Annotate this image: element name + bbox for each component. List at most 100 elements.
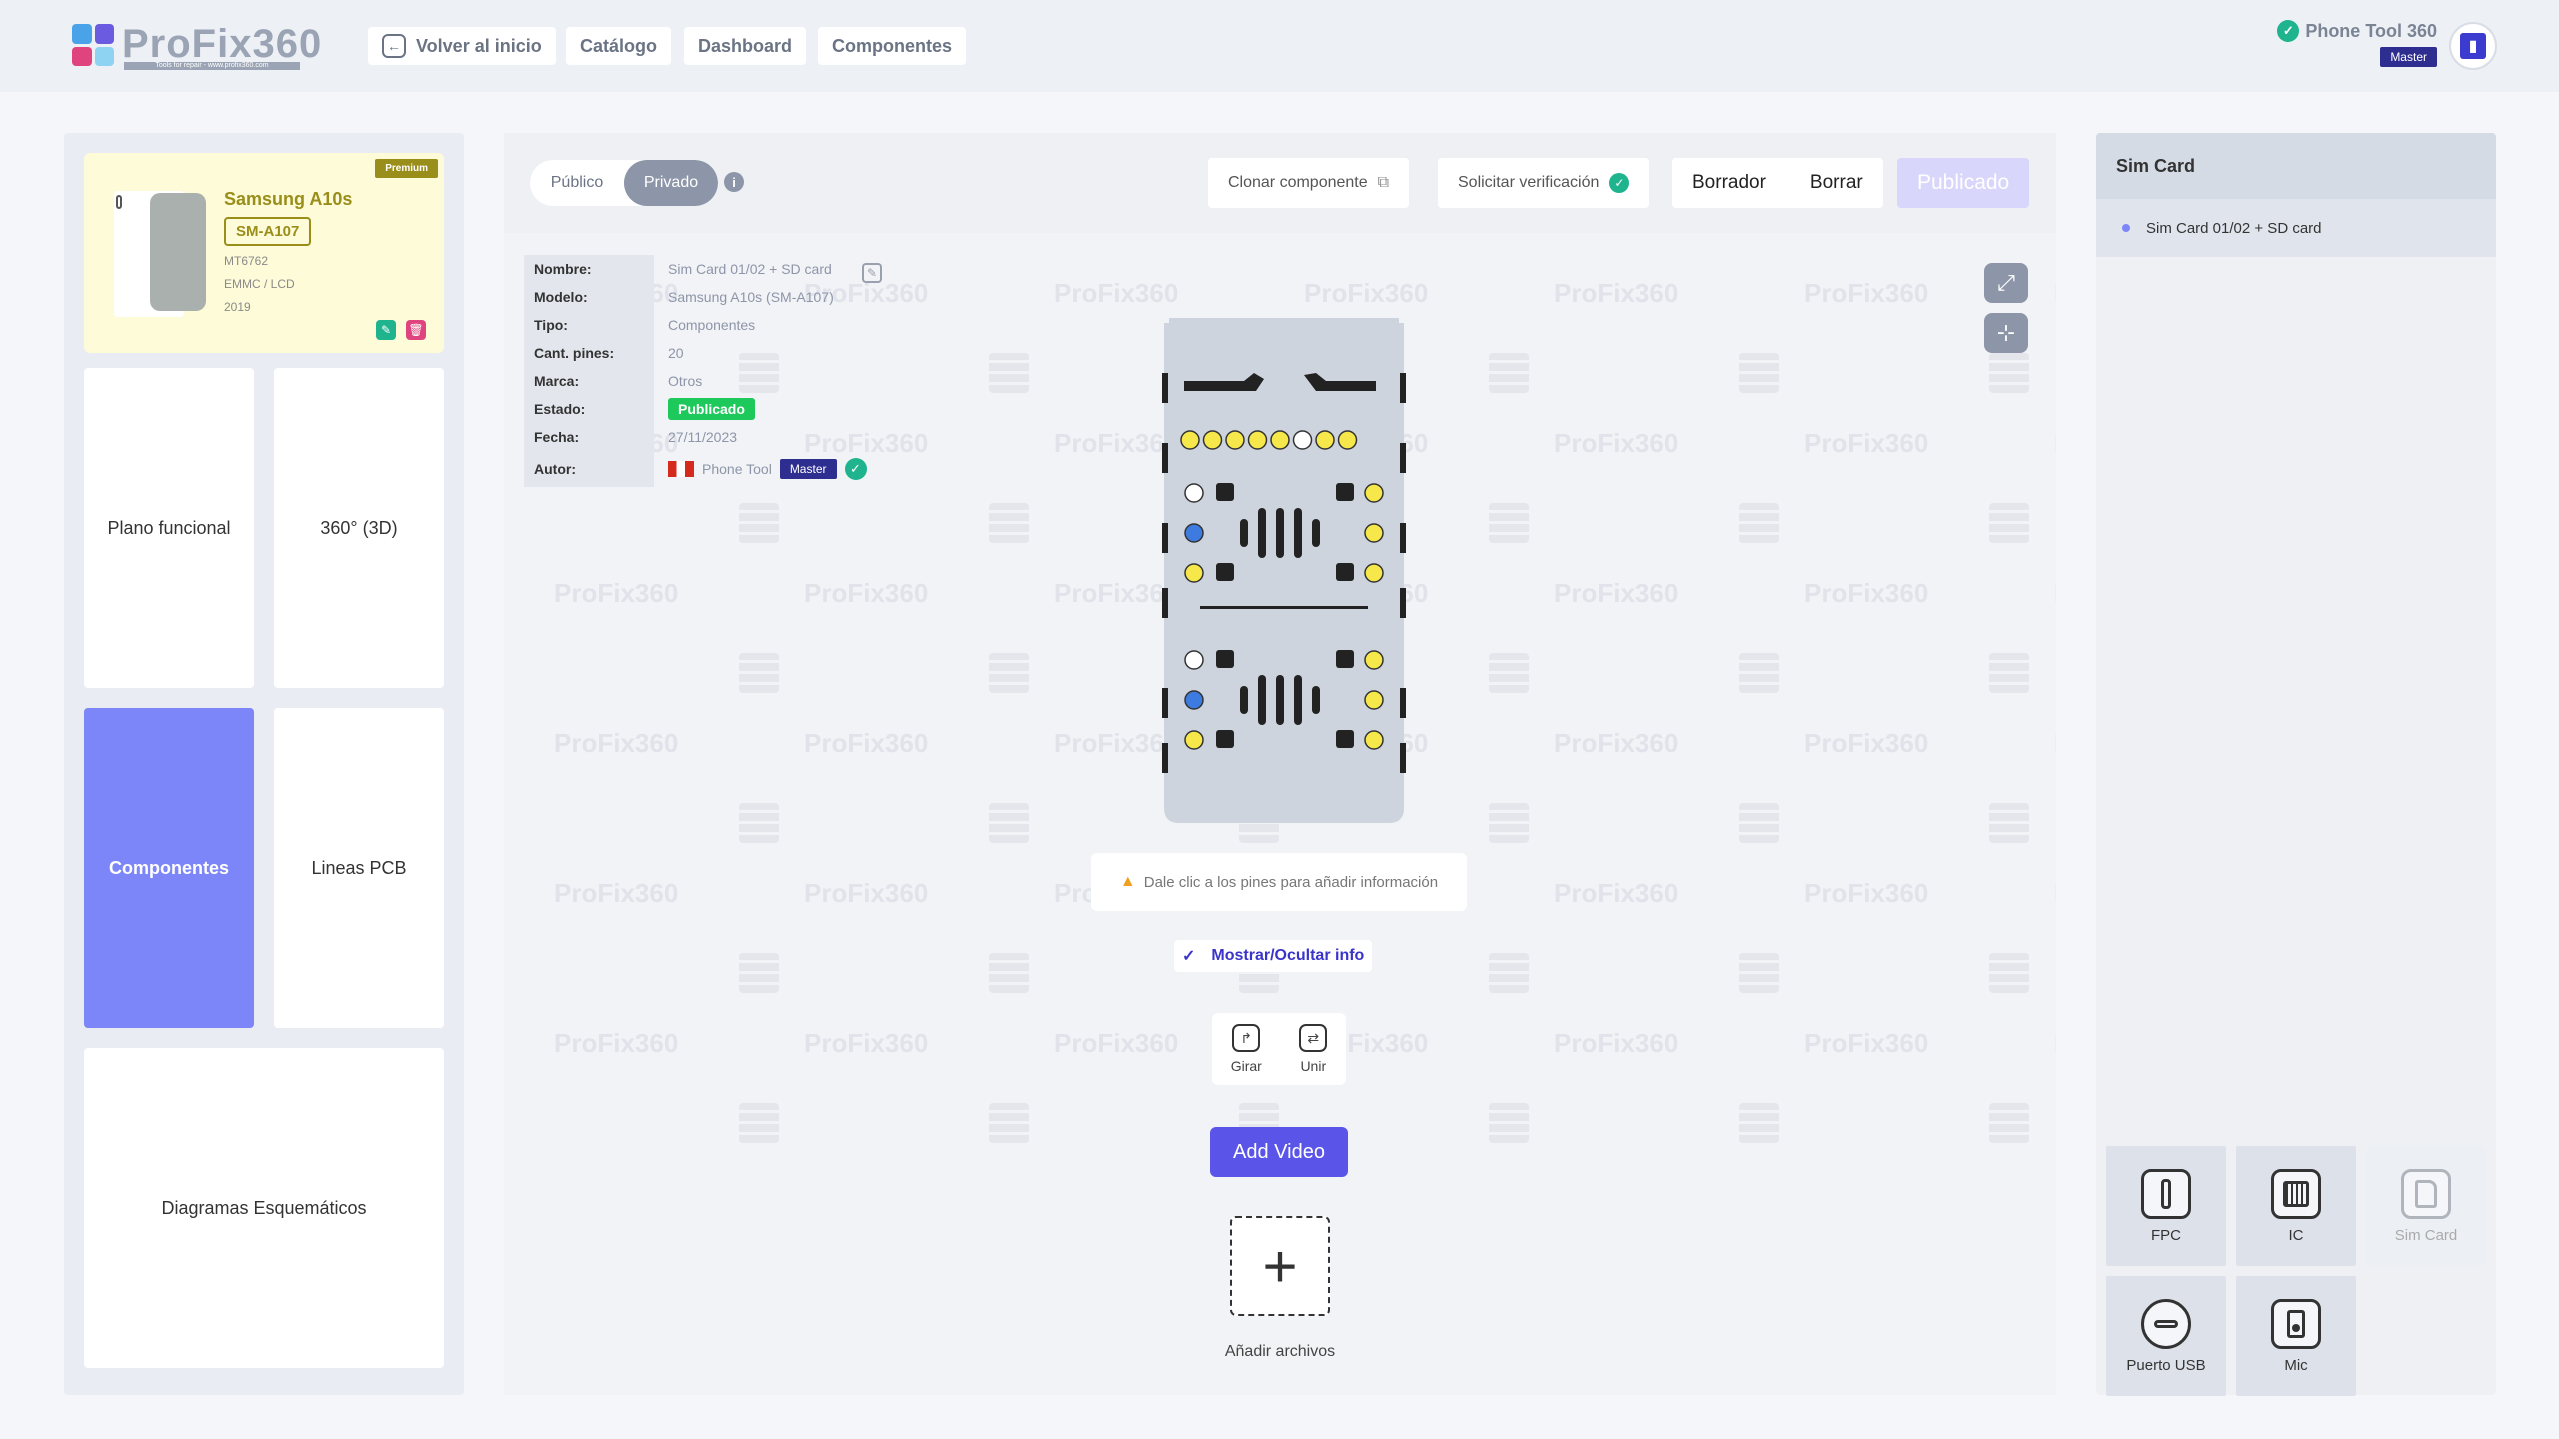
tile-componentes[interactable]: Componentes — [84, 708, 254, 1028]
add-video-button[interactable]: Add Video — [1210, 1127, 1348, 1177]
avatar[interactable]: ▮ — [2449, 22, 2497, 70]
pin[interactable] — [1184, 690, 1204, 710]
watermark-logo-icon — [1489, 803, 1529, 843]
component-list-item-label: Sim Card 01/02 + SD card — [2146, 219, 2322, 237]
ic-label: IC — [2288, 1226, 2304, 1244]
contact-pad — [1216, 563, 1234, 581]
watermark-logo-icon — [1989, 1103, 2029, 1143]
component-type-mic[interactable]: Mic — [2236, 1276, 2356, 1396]
watermark: ProFix360 — [2054, 1028, 2056, 1059]
watermark-logo-icon — [989, 353, 1029, 393]
device-storage: EMMC / LCD — [224, 277, 295, 291]
pin[interactable] — [1364, 483, 1384, 503]
rotate-button[interactable]: ↱ Girar — [1231, 1024, 1262, 1074]
usb-label: Puerto USB — [2126, 1356, 2206, 1374]
logo[interactable]: ProFix360 Tools for repair - www.profix3… — [72, 24, 322, 70]
expand-icon[interactable]: ⤢ — [1984, 263, 2028, 303]
contact-pad — [1336, 483, 1354, 501]
draft-button[interactable]: Borrador — [1692, 172, 1766, 194]
label-model: Modelo: — [524, 283, 654, 311]
watermark-logo-icon — [1739, 953, 1779, 993]
pin[interactable] — [1270, 430, 1290, 450]
pin[interactable] — [1364, 523, 1384, 543]
published-button[interactable]: Publicado — [1897, 158, 2030, 208]
compress-icon[interactable]: ⊹ — [1984, 313, 2028, 353]
author-name: Phone Tool — [702, 461, 772, 477]
watermark-logo-icon — [1989, 653, 2029, 693]
component-type-ic[interactable]: IC — [2236, 1146, 2356, 1266]
contact-pad — [1336, 563, 1354, 581]
delete-button[interactable]: Borrar — [1810, 172, 1863, 194]
watermark: ProFix360 — [2054, 878, 2056, 909]
sim-card-label: Sim Card — [2394, 1226, 2458, 1244]
edit-info-icon[interactable]: ✎ — [862, 263, 882, 283]
device-year: 2019 — [224, 300, 251, 314]
component-type-fpc[interactable]: FPC — [2106, 1146, 2226, 1266]
pin[interactable] — [1364, 650, 1384, 670]
watermark: ProFix360 — [554, 728, 679, 758]
watermark: ProFix360 — [1054, 1028, 1179, 1058]
rotate-icon: ↱ — [1232, 1024, 1261, 1052]
contact-pad — [1216, 483, 1234, 501]
device-card[interactable]: Premium Samsung A10s SM-A107 MT6762 EMMC… — [84, 153, 444, 353]
pin[interactable] — [1184, 650, 1204, 670]
watermark: ProFix360 — [804, 728, 929, 758]
user-role-badge: Master — [2380, 47, 2437, 67]
pin[interactable] — [1292, 430, 1313, 450]
delete-device-icon[interactable]: 🗑 — [406, 320, 426, 340]
pin[interactable] — [1364, 730, 1384, 750]
pin[interactable] — [1225, 430, 1245, 450]
edit-device-icon[interactable]: ✎ — [376, 320, 396, 340]
tile-plano-funcional[interactable]: Plano funcional — [84, 368, 254, 688]
join-button[interactable]: ⇄ Unir — [1299, 1024, 1328, 1074]
visibility-toggle[interactable]: Público Privado — [530, 160, 718, 206]
verify-button[interactable]: Solicitar verificación ✓ — [1438, 158, 1650, 208]
private-option[interactable]: Privado — [624, 160, 718, 206]
watermark: ProFix360 — [2054, 428, 2056, 459]
pin[interactable] — [1184, 563, 1204, 583]
author-role-badge: Master — [779, 459, 837, 479]
info-icon[interactable]: i — [724, 172, 744, 192]
label-name: Nombre: — [524, 255, 654, 283]
sim-card-icon — [2401, 1168, 2451, 1219]
logo-tagline: Tools for repair - www.profix360.com — [124, 62, 300, 70]
back-button[interactable]: ← Volver al inicio — [368, 27, 556, 65]
pin[interactable] — [1184, 730, 1204, 750]
pin[interactable] — [1364, 563, 1384, 583]
pin[interactable] — [1364, 690, 1384, 710]
toggle-info-checkbox[interactable]: ✓ Mostrar/Ocultar info — [1174, 940, 1373, 972]
component-list-item[interactable]: Sim Card 01/02 + SD card — [2096, 199, 2496, 257]
pin[interactable] — [1180, 430, 1200, 450]
component-type-sim-card[interactable]: Sim Card — [2366, 1146, 2486, 1266]
pin[interactable] — [1184, 523, 1204, 543]
nav-dashboard[interactable]: Dashboard — [684, 27, 807, 65]
editor-toolbar: Público Privado i Clonar componente ⧉ So… — [504, 133, 2056, 233]
pin[interactable] — [1315, 430, 1335, 450]
value-model: Samsung A10s (SM-A107) — [668, 289, 834, 305]
hint-text: Dale clic a los pines para añadir inform… — [1143, 873, 1439, 891]
watermark-logo-icon — [1739, 503, 1779, 543]
add-files-dropzone[interactable]: + — [1230, 1216, 1330, 1316]
contact-pad — [1336, 730, 1354, 748]
back-label: Volver al inicio — [416, 35, 542, 56]
nav-components[interactable]: Componentes — [818, 27, 967, 65]
pin[interactable] — [1202, 430, 1223, 450]
tile-diagramas[interactable]: Diagramas Esquemáticos — [84, 1048, 444, 1368]
pin[interactable] — [1247, 430, 1268, 450]
watermark-logo-icon — [1489, 503, 1529, 543]
tile-lineas-pcb[interactable]: Lineas PCB — [274, 708, 444, 1028]
contact-bar — [1276, 508, 1284, 558]
label-author: Autor: — [524, 451, 654, 487]
sim-card-diagram — [1162, 318, 1406, 823]
pin[interactable] — [1337, 430, 1358, 450]
contact-bar — [1240, 686, 1248, 714]
nav-catalog[interactable]: Catálogo — [566, 27, 672, 65]
pin[interactable] — [1184, 483, 1204, 503]
watermark-logo-icon — [1989, 353, 2029, 393]
watermark-logo-icon — [739, 803, 779, 843]
tile-360[interactable]: 360° (3D) — [274, 368, 444, 688]
public-option[interactable]: Público — [530, 160, 624, 206]
watermark: ProFix360 — [804, 1028, 929, 1058]
clone-button[interactable]: Clonar componente ⧉ — [1208, 158, 1410, 208]
component-type-usb[interactable]: Puerto USB — [2106, 1276, 2226, 1396]
